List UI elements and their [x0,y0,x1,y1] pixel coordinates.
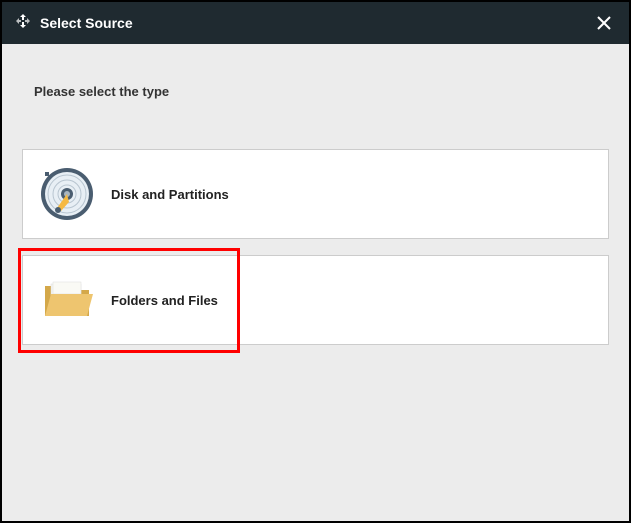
folder-icon [39,272,95,328]
header-left: Select Source [14,12,133,35]
dialog-content: Please select the type Disk and Partitio… [2,44,629,521]
dialog-header: Select Source [2,2,629,44]
source-icon [14,12,32,35]
disk-icon [39,166,95,222]
option-label: Disk and Partitions [111,187,229,202]
option-disk-partitions[interactable]: Disk and Partitions [22,149,609,239]
close-button[interactable] [593,12,615,34]
option-label: Folders and Files [111,293,218,308]
close-icon [596,15,612,31]
prompt-text: Please select the type [22,64,609,99]
select-source-dialog: Select Source Please select the type [0,0,631,523]
dialog-title: Select Source [40,15,133,31]
option-folders-files[interactable]: Folders and Files [22,255,609,345]
